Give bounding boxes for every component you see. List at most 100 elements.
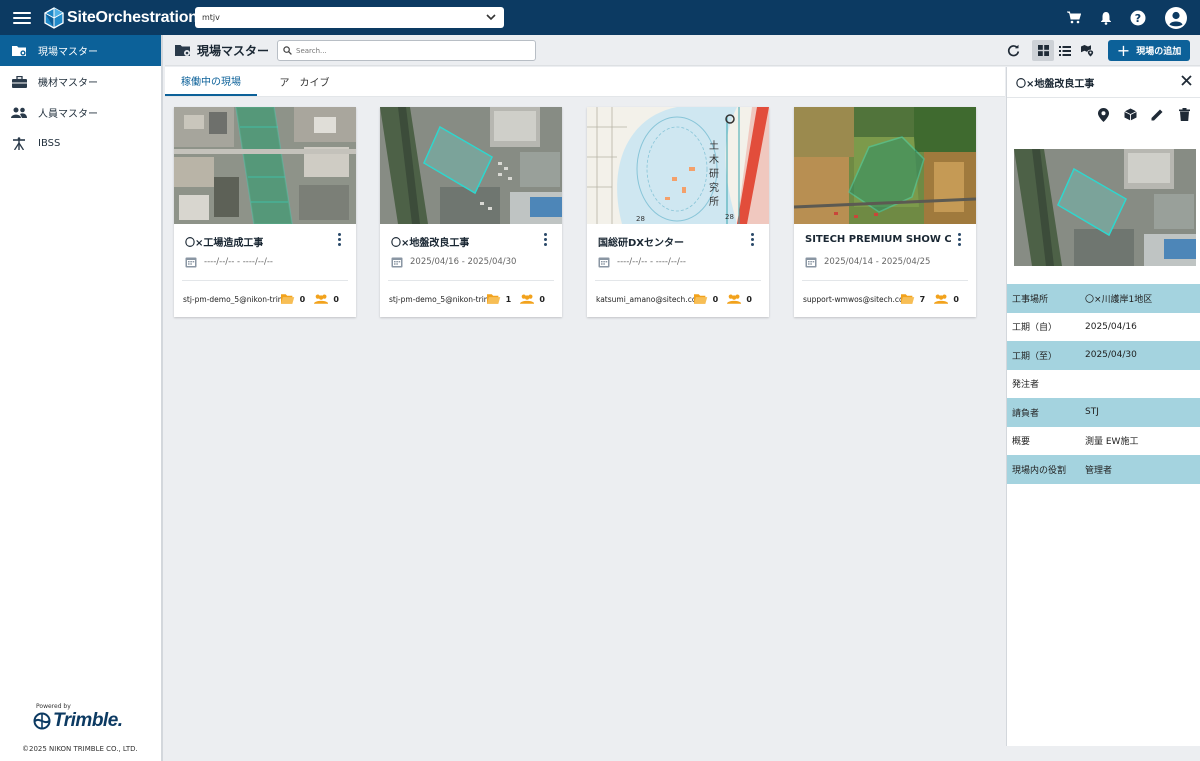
sidebar-item-ibss[interactable]: IBSS [0,128,161,159]
close-icon[interactable] [1178,72,1194,88]
trimble-globe-icon [33,712,51,730]
map-label: 研 [709,168,719,180]
property-value: STJ [1085,407,1099,418]
bell-icon[interactable] [1097,9,1115,27]
people-count-icon [520,294,535,304]
more-vert-icon[interactable] [335,233,343,247]
list-view-icon [1059,45,1071,56]
site-detail-panel: 〇×地盤改良工事 工事場所 〇×川護岸1地区 工期（自） 2025/04/16 … [1006,67,1200,746]
property-key: 発注者 [1012,380,1040,391]
3d-model-icon[interactable] [1123,107,1138,122]
card-owner-email: katsumi_amano@sitech.co.jp [596,294,695,304]
card-date-range: 2025/04/16 - 2025/04/30 [410,257,517,267]
calendar-icon [598,257,610,268]
map-view-button[interactable] [1076,40,1098,61]
map-label: 28 [636,215,645,223]
more-vert-icon[interactable] [541,233,549,247]
map-label: 木 [709,154,719,166]
svg-text:?: ? [1135,12,1141,25]
tab-archive[interactable]: ア カイブ [257,66,352,96]
sidebar-item-label: IBSS [38,138,61,149]
map-label: 土 [709,139,719,152]
app-brand-name: SiteOrchestration [67,8,198,26]
more-vert-icon[interactable] [748,233,756,247]
refresh-icon [1007,44,1019,57]
card-owner-email: support-wmwos@sitech.co.jp [803,294,902,304]
add-site-label: 現場の追加 [1136,47,1182,57]
card-footer: stj-pm-demo_5@nikon-trimble.net 1 0 [389,293,554,305]
sidebar: 現場マスター 機材マスター 人員マスター IBSS Powered by Tri… [0,35,163,761]
delete-icon[interactable] [1177,107,1192,122]
help-icon[interactable]: ? [1129,9,1147,27]
user-avatar-icon[interactable] [1165,6,1187,29]
people-count: 0 [746,294,752,304]
search-box[interactable] [277,40,536,61]
cube-logo-icon [44,6,64,29]
folder-count-icon [901,294,915,304]
folder-count: 1 [505,294,512,304]
app-logo[interactable]: SiteOrchestration [44,6,198,29]
panel-title: 〇×地盤改良工事 [1016,79,1095,90]
card-date-range: ----/--/-- - ----/--/-- [617,257,687,267]
property-key: 工期（自） [1012,323,1058,334]
site-card[interactable]: 土 木 研 究 所 28 28 国総研DXセンター ----/--/-- - -… [587,107,769,317]
property-value: 〇×川護岸1地区 [1085,294,1153,305]
sidebar-item-equipment-master[interactable]: 機材マスター [0,66,161,97]
card-title: 〇×工場造成工事 [185,238,264,249]
site-card[interactable]: SITECH PREMIUM SHOW C… 2025/04/14 - 2025… [794,107,976,317]
property-key: 概要 [1012,437,1031,448]
property-key: 請負者 [1012,408,1040,419]
menu-icon[interactable] [13,11,31,24]
property-value: 測量 EW施工 [1085,437,1139,448]
property-row: 現場内の役割 管理者 [1007,455,1200,484]
calendar-icon [185,257,197,268]
card-title: SITECH PREMIUM SHOW C… [805,234,951,245]
property-value: 2025/04/16 [1085,321,1137,332]
panel-divider [1007,97,1200,98]
search-icon [283,46,292,55]
location-pin-icon[interactable] [1096,107,1111,122]
chevron-down-icon [486,14,496,21]
project-select-value: mtjv [202,13,220,22]
property-row: 工期（至） 2025/04/30 [1007,341,1200,370]
top-bar: SiteOrchestration mtjv ? [0,0,1200,35]
site-tabs: 稼働中の現場 ア カイブ [165,67,1005,97]
search-input[interactable] [296,46,516,55]
trimble-logo: Trimble. [33,710,123,732]
add-site-button[interactable]: + 現場の追加 [1108,40,1190,61]
sidebar-item-label: 現場マスター [38,47,98,58]
card-footer: katsumi_amano@sitech.co.jp 0 0 [596,293,761,305]
main-header: 現場マスター + 現場の追加 [165,35,1200,66]
project-select[interactable]: mtjv [195,7,504,28]
folder-count: 0 [299,294,306,304]
site-card[interactable]: 〇×地盤改良工事 2025/04/16 - 2025/04/30 stj-pm-… [380,107,562,317]
sidebar-item-site-master[interactable]: 現場マスター [0,35,161,66]
map-label: 所 [709,196,719,208]
people-count: 0 [539,294,545,304]
property-row: 工期（自） 2025/04/16 [1007,313,1200,342]
folder-site-icon [175,44,190,56]
people-count: 0 [333,294,339,304]
antenna-icon [11,137,27,151]
more-vert-icon[interactable] [955,233,963,247]
refresh-button[interactable] [1002,40,1024,61]
site-card[interactable]: 〇×工場造成工事 ----/--/-- - ----/--/-- stj-pm-… [174,107,356,317]
calendar-icon [805,257,817,268]
page-title: 現場マスター [175,42,269,59]
card-divider [595,280,761,281]
site-thumbnail [794,107,976,224]
property-key: 現場内の役割 [1012,465,1067,476]
property-row: 請負者 STJ [1007,398,1200,427]
tab-active-sites[interactable]: 稼働中の現場 [165,66,257,96]
list-view-button[interactable] [1054,40,1076,61]
grid-view-button[interactable] [1032,40,1054,61]
edit-icon[interactable] [1150,107,1165,122]
site-thumbnail: 土 木 研 究 所 28 28 [587,107,769,224]
cart-icon[interactable] [1065,9,1083,27]
map-label: 28 [725,213,734,221]
card-dates: ----/--/-- - ----/--/-- [598,256,686,268]
folder-count-icon [487,294,501,304]
sidebar-item-personnel-master[interactable]: 人員マスター [0,97,161,128]
card-divider [802,280,968,281]
property-key: 工事場所 [1012,294,1049,305]
